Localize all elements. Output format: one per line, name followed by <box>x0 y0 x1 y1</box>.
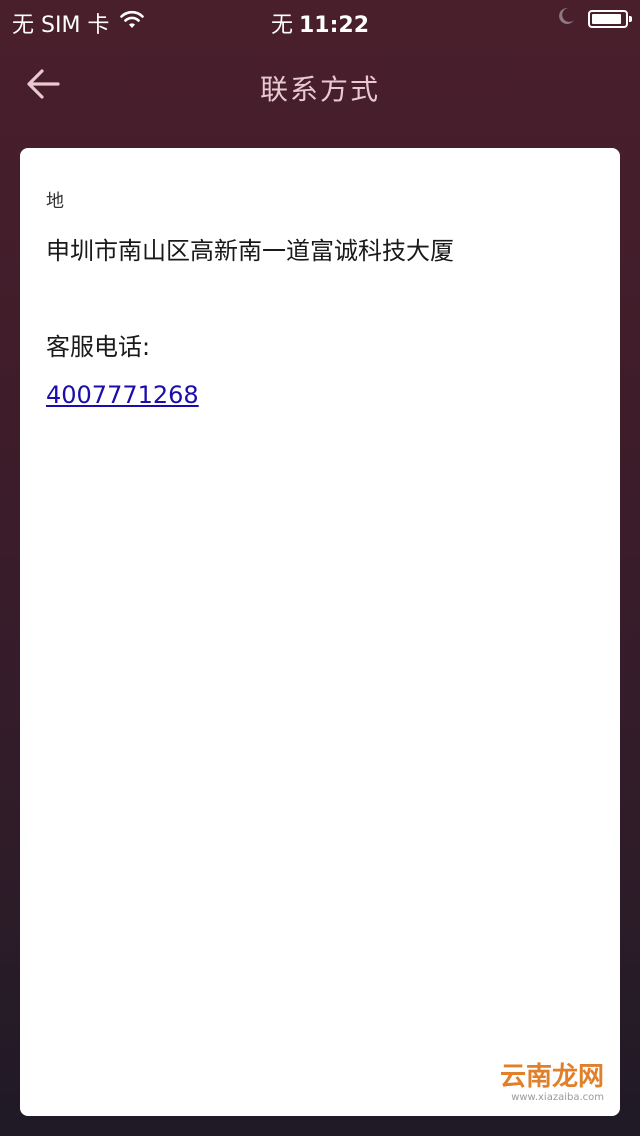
address-label: 地 <box>46 191 64 212</box>
battery-icon <box>588 10 632 28</box>
address-text: 申圳市南山区高新南一道富诚科技大厦 <box>46 237 454 265</box>
moon-icon <box>556 6 576 32</box>
watermark-text: 云南龙网 <box>499 1062 604 1092</box>
status-center-carrier: 无 <box>270 13 293 38</box>
status-bar: 无 SIM 卡 无 11:22 <box>0 0 640 40</box>
battery-fill <box>592 14 621 24</box>
contact-content: 地 申圳市南山区高新南一道富诚科技大厦 客服电话: 4007771268 <box>20 148 620 412</box>
watermark: 云南龙网 www.xiazaiba.com <box>500 1062 604 1104</box>
status-right <box>556 6 632 32</box>
phone-label: 客服电话: <box>46 333 151 361</box>
page-title: 联系方式 <box>259 73 380 106</box>
watermark-url: www.xiazaiba.com <box>511 1092 604 1103</box>
clock: 11:22 <box>298 13 370 38</box>
status-time: 无 11:22 <box>0 7 640 39</box>
nav-bar: 联系方式 <box>0 40 640 130</box>
phone-link[interactable]: 4007771268 <box>46 378 199 412</box>
contact-card: 地 申圳市南山区高新南一道富诚科技大厦 客服电话: 4007771268 云南龙… <box>20 148 620 1116</box>
